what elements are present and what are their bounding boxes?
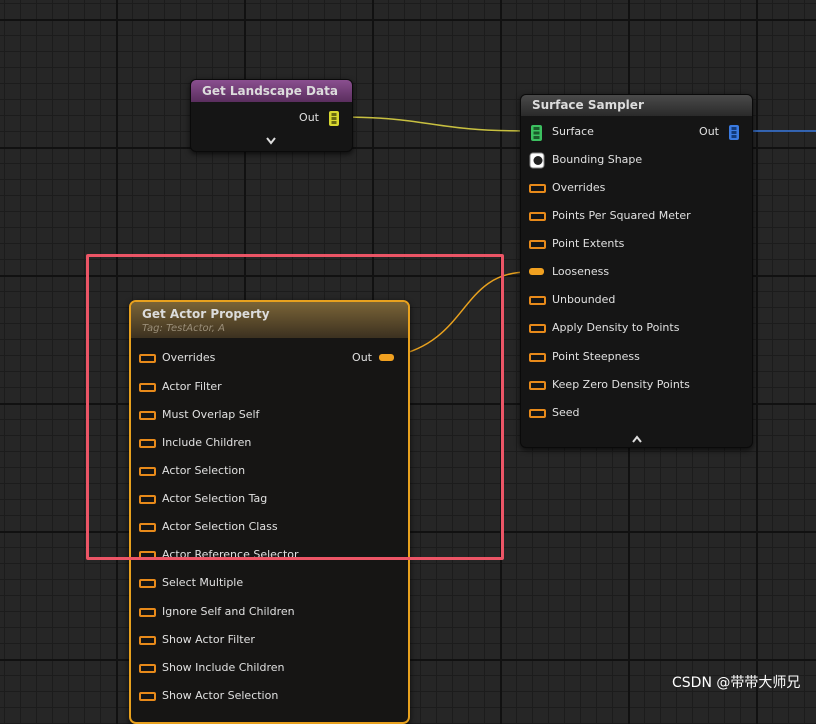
actor-input-label: Actor Selection Class [162, 520, 278, 533]
sampler-out-label: Out [699, 125, 719, 138]
sampler-pin-point-extents[interactable]: Point Extents [521, 230, 752, 258]
sampler-pin-seed[interactable]: Seed [521, 399, 752, 427]
param-pin-icon[interactable] [139, 579, 156, 588]
param-pin-icon[interactable] [139, 411, 156, 420]
param-pin-icon[interactable] [529, 184, 546, 193]
param-pin-icon[interactable] [529, 324, 546, 333]
wire-actor-to-looseness [394, 271, 529, 357]
param-pin-icon[interactable] [139, 664, 156, 673]
sampler-input-label: Overrides [552, 181, 606, 194]
param-pin-icon[interactable] [139, 439, 156, 448]
param-pin-icon[interactable] [529, 212, 546, 221]
param-pin-icon[interactable] [139, 608, 156, 617]
sampler-pin-apply-density[interactable]: Apply Density to Points [521, 314, 752, 342]
get-landscape-data-node[interactable]: Get Landscape Data Out [190, 79, 353, 152]
wire-landscape-to-surface [339, 116, 529, 132]
actor-pin-include-children[interactable]: Include Children [131, 429, 406, 457]
sampler-input-label: Apply Density to Points [552, 321, 680, 334]
actor-input-label: Ignore Self and Children [162, 605, 295, 618]
param-pin-icon[interactable] [139, 495, 156, 504]
sampler-input-label: Unbounded [552, 293, 616, 306]
actor-pin-actor-selection-tag[interactable]: Actor Selection Tag [131, 485, 406, 513]
sampler-pin-surface[interactable]: Surface Out [521, 118, 752, 146]
actor-pin-select-multiple[interactable]: Select Multiple [131, 569, 406, 597]
actor-pin-actor-reference-selector[interactable]: Actor Reference Selector [131, 541, 406, 569]
param-pin-icon[interactable] [139, 636, 156, 645]
actor-pin-show-actor-selection[interactable]: Show Actor Selection [131, 682, 406, 710]
actor-input-label: Actor Reference Selector [162, 548, 299, 561]
actor-input-label: Actor Selection [162, 464, 246, 477]
param-pin-icon[interactable] [139, 354, 156, 363]
actor-out-pin-icon[interactable] [379, 354, 394, 361]
param-pin-icon[interactable] [139, 467, 156, 476]
actor-pin-show-actor-filter[interactable]: Show Actor Filter [131, 626, 406, 654]
sampler-input-label: Point Steepness [552, 350, 640, 363]
sampler-pin-point-steepness[interactable]: Point Steepness [521, 343, 752, 371]
param-pin-icon[interactable] [529, 240, 546, 249]
sampler-input-label: Point Extents [552, 237, 625, 250]
actor-pin-overrides[interactable]: Overrides Out [131, 344, 406, 372]
actor-out-label: Out [352, 351, 372, 364]
sampler-pin-overrides[interactable]: Overrides [521, 174, 752, 202]
get-actor-property-node[interactable]: Get Actor Property Tag: TestActor, A Ove… [129, 300, 410, 724]
get-landscape-data-out-label: Out [299, 111, 319, 124]
actor-pin-actor-selection[interactable]: Actor Selection [131, 457, 406, 485]
get-actor-property-subtitle: Tag: TestActor, A [142, 323, 226, 334]
sampler-pin-points-per-squared-meter[interactable]: Points Per Squared Meter [521, 202, 752, 230]
actor-input-label: Show Actor Selection [162, 689, 279, 702]
get-actor-property-title: Get Actor Property [142, 307, 270, 321]
connected-param-pin-icon[interactable] [529, 268, 544, 275]
sampler-pin-keep-zero-density[interactable]: Keep Zero Density Points [521, 371, 752, 399]
actor-pin-must-overlap-self[interactable]: Must Overlap Self [131, 401, 406, 429]
param-pin-icon[interactable] [139, 692, 156, 701]
param-pin-icon[interactable] [139, 523, 156, 532]
actor-pin-ignore-self-and-children[interactable]: Ignore Self and Children [131, 598, 406, 626]
actor-pin-actor-filter[interactable]: Actor Filter [131, 373, 406, 401]
landscape-expand-chevron-icon[interactable] [266, 135, 276, 147]
sampler-input-label: Seed [552, 406, 580, 419]
csdn-watermark: CSDN @带带大师兄 [672, 675, 801, 691]
sampler-input-label: Keep Zero Density Points [552, 378, 690, 391]
landscape-out-pin-icon[interactable] [328, 110, 340, 138]
sampler-input-label: Points Per Squared Meter [552, 209, 691, 222]
param-pin-icon[interactable] [529, 353, 546, 362]
param-pin-icon[interactable] [139, 383, 156, 392]
param-pin-icon[interactable] [529, 381, 546, 390]
actor-pin-actor-selection-class[interactable]: Actor Selection Class [131, 513, 406, 541]
actor-input-label: Show Include Children [162, 661, 285, 674]
param-pin-icon[interactable] [139, 551, 156, 560]
actor-input-label: Overrides [162, 351, 216, 364]
surface-sampler-title[interactable]: Surface Sampler [521, 95, 752, 116]
sampler-input-label: Surface [552, 125, 594, 138]
sampler-input-label: Bounding Shape [552, 153, 643, 166]
param-pin-icon[interactable] [529, 296, 546, 305]
actor-input-label: Select Multiple [162, 576, 244, 589]
get-landscape-data-title[interactable]: Get Landscape Data [191, 80, 352, 102]
surface-sampler-node[interactable]: Surface Sampler Surface Out Bounding Sha… [520, 94, 753, 448]
sampler-pin-looseness[interactable]: Looseness [521, 258, 752, 286]
sampler-collapse-chevron-icon[interactable] [632, 433, 642, 445]
actor-input-label: Actor Selection Tag [162, 492, 268, 505]
sampler-pin-bounding-shape[interactable]: Bounding Shape [521, 146, 752, 174]
sampler-input-label: Looseness [552, 265, 610, 278]
actor-input-label: Actor Filter [162, 380, 222, 393]
actor-input-label: Include Children [162, 436, 252, 449]
sampler-pin-unbounded[interactable]: Unbounded [521, 286, 752, 314]
actor-pin-show-include-children[interactable]: Show Include Children [131, 654, 406, 682]
actor-input-label: Show Actor Filter [162, 633, 255, 646]
param-pin-icon[interactable] [529, 409, 546, 418]
get-actor-property-header[interactable]: Get Actor Property Tag: TestActor, A [131, 302, 408, 338]
actor-input-label: Must Overlap Self [162, 408, 260, 421]
